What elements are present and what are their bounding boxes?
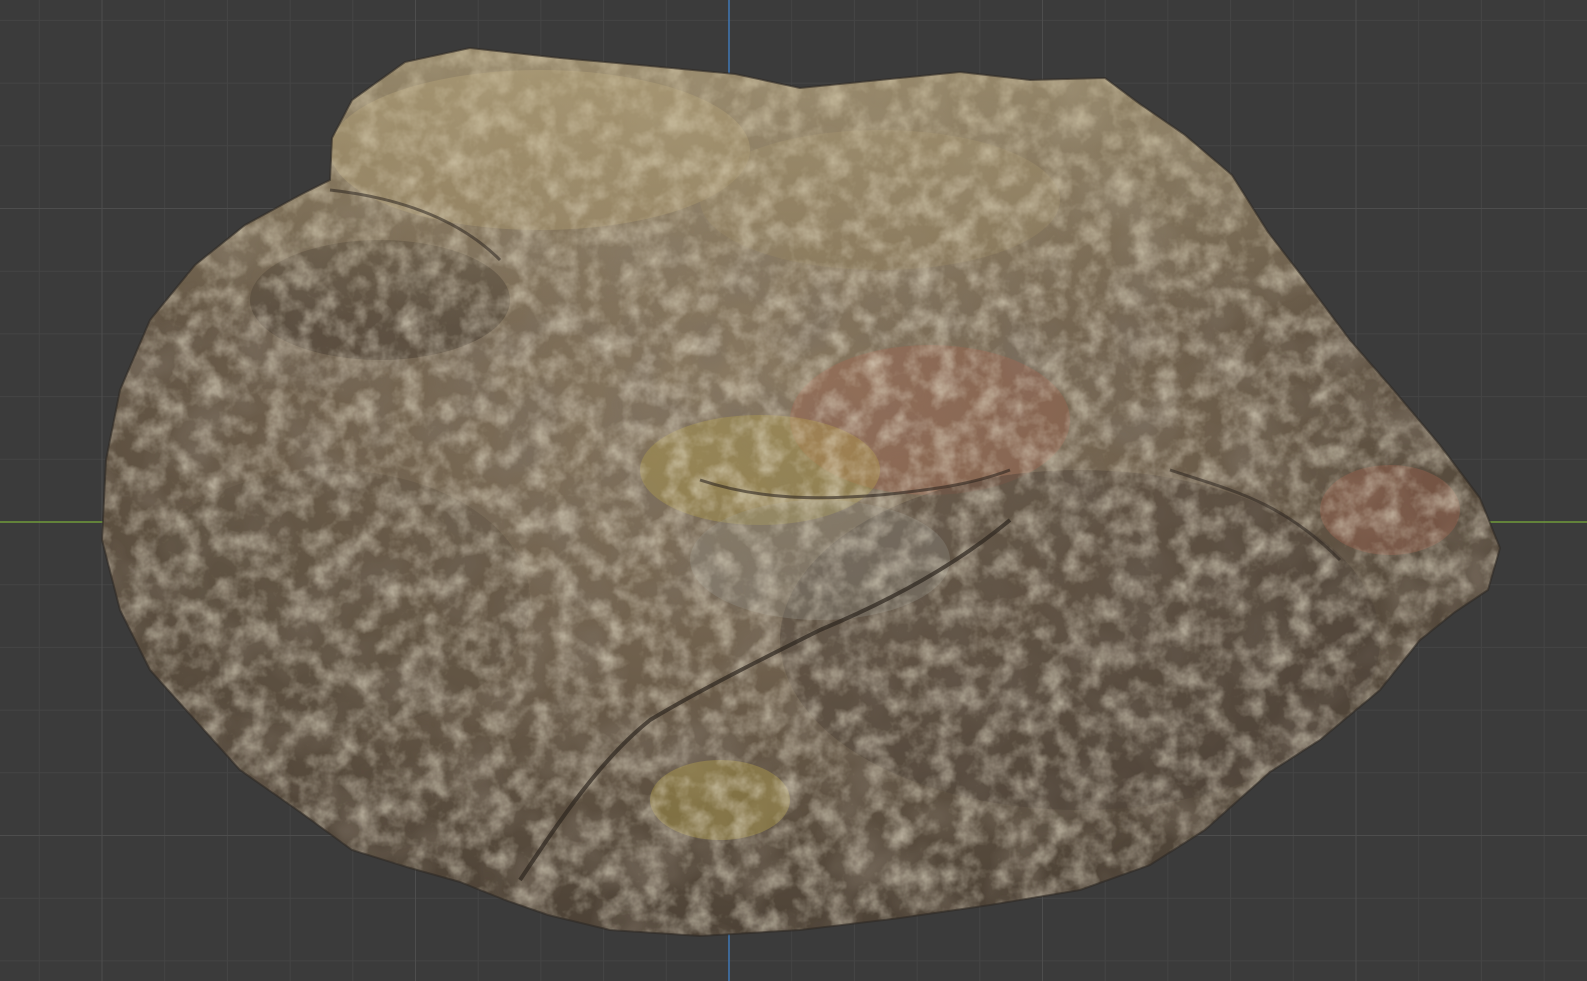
viewport-canvas[interactable] [0,0,1587,981]
rock-top-light [102,48,1500,520]
3d-viewport[interactable] [0,0,1587,981]
